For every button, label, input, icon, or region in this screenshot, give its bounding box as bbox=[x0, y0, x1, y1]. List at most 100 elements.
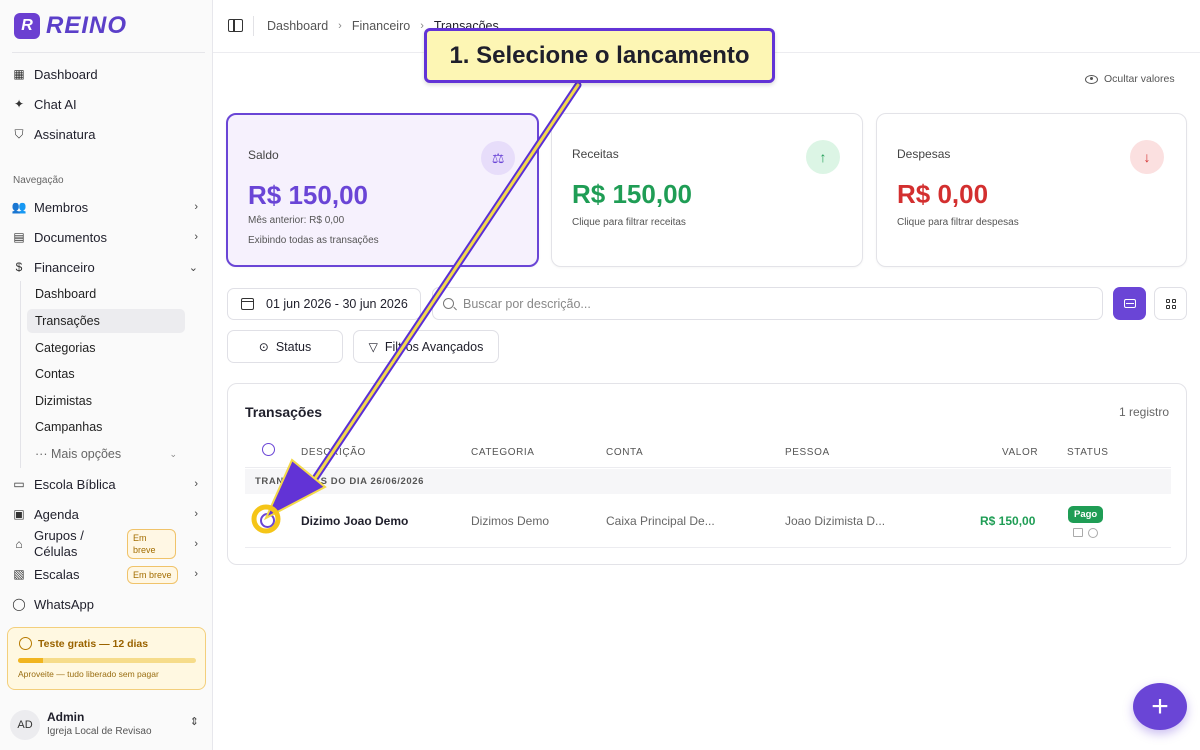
expense-card[interactable]: Despesas ↓ R$ 0,00 Clique para filtrar d… bbox=[876, 113, 1187, 267]
table-row[interactable]: Dizimo Joao Demo Dizimos Demo Caixa Prin… bbox=[245, 496, 1171, 548]
income-card[interactable]: Receitas ↑ R$ 150,00 Clique para filtrar… bbox=[551, 113, 863, 267]
column-header-status[interactable]: STATUS bbox=[1067, 447, 1109, 458]
sidebar-item-documentos[interactable]: ▤ Documentos › bbox=[12, 225, 202, 249]
list-view-button[interactable] bbox=[1113, 287, 1146, 320]
date-range-picker[interactable]: 01 jun 2026 - 30 jun 2026 bbox=[227, 288, 421, 320]
select-all-checkbox[interactable] bbox=[262, 443, 275, 456]
sidebar-item-escola-biblica[interactable]: ▭ Escola Bíblica › bbox=[12, 472, 202, 496]
annotation-callout: 1. Selecione o lancamento bbox=[424, 28, 775, 83]
arrow-up-icon: ↑ bbox=[806, 140, 840, 174]
grid-view-button[interactable] bbox=[1154, 287, 1187, 320]
sidebar: R REINO ▦ Dashboard ✦ Chat AI ⛉ Assinatu… bbox=[0, 0, 213, 750]
hide-values-toggle[interactable]: Ocultar valores bbox=[1085, 73, 1175, 85]
column-header-descricao[interactable]: DESCRIÇÃO bbox=[301, 447, 366, 458]
chevron-updown-icon: ⇕ bbox=[189, 716, 199, 728]
check-circle-icon: ⊙ bbox=[258, 339, 269, 354]
trial-title: Teste gratis — 12 dias bbox=[38, 638, 149, 650]
search-input[interactable] bbox=[463, 296, 1063, 311]
cell-valor: R$ 150,00 bbox=[980, 514, 1036, 528]
status-filter-button[interactable]: ⊙ Status bbox=[227, 330, 343, 363]
submenu-item-contas[interactable]: Contas bbox=[27, 362, 185, 386]
advanced-filters-button[interactable]: ▽ Filtros Avançados bbox=[353, 330, 499, 363]
coming-soon-badge: Em breve bbox=[127, 566, 178, 584]
clock-icon bbox=[19, 637, 32, 650]
chevron-right-icon: › bbox=[194, 538, 198, 550]
hide-values-label: Ocultar valores bbox=[1104, 73, 1175, 85]
sidebar-item-label: Escola Bíblica bbox=[34, 476, 116, 492]
document-icon: ▤ bbox=[13, 230, 25, 244]
chevron-right-icon: › bbox=[194, 201, 198, 213]
column-header-valor[interactable]: VALOR bbox=[1002, 447, 1038, 458]
chevron-right-icon: › bbox=[338, 20, 342, 32]
chevron-right-icon: › bbox=[420, 20, 424, 32]
sidebar-toggle-icon[interactable] bbox=[228, 19, 243, 32]
breadcrumb-dashboard[interactable]: Dashboard bbox=[267, 19, 328, 33]
trial-banner[interactable]: Teste gratis — 12 dias Aproveite — tudo … bbox=[7, 627, 206, 690]
grid-icon: ▦ bbox=[13, 67, 25, 81]
cell-pessoa: Joao Dizimista D... bbox=[785, 514, 886, 528]
trial-progress-bar bbox=[18, 658, 196, 663]
sidebar-item-label: Documentos bbox=[34, 229, 107, 245]
chevron-right-icon: › bbox=[194, 568, 198, 580]
logo-mark: R bbox=[14, 13, 40, 39]
search-icon bbox=[443, 298, 454, 309]
column-header-pessoa[interactable]: PESSOA bbox=[785, 447, 830, 458]
previous-month-text: Mês anterior: R$ 0,00 bbox=[248, 215, 345, 226]
submenu-item-categorias[interactable]: Categorias bbox=[27, 336, 185, 360]
status-badge: Pago bbox=[1068, 506, 1104, 523]
breadcrumb-financeiro[interactable]: Financeiro bbox=[352, 19, 410, 33]
status-filter-label: Status bbox=[275, 339, 312, 354]
sidebar-item-label: Agenda bbox=[34, 506, 79, 522]
advanced-filters-label: Filtros Avançados bbox=[384, 339, 484, 354]
balance-card[interactable]: Saldo ⚖ R$ 150,00 Mês anterior: R$ 0,00 … bbox=[226, 113, 539, 267]
sidebar-item-whatsapp[interactable]: ◯ WhatsApp bbox=[12, 592, 202, 616]
date-group-row: TRANSAÇÕES DO DIA 26/06/2026 bbox=[245, 469, 1171, 494]
sidebar-item-chat-ai[interactable]: ✦ Chat AI bbox=[12, 92, 202, 116]
sidebar-item-membros[interactable]: 👥 Membros › bbox=[12, 195, 202, 219]
table-title: Transações bbox=[245, 404, 323, 420]
chevron-down-icon: ⌄ bbox=[169, 448, 177, 459]
sidebar-item-assinatura[interactable]: ⛉ Assinatura bbox=[12, 122, 202, 146]
sidebar-item-dashboard[interactable]: ▦ Dashboard bbox=[12, 62, 202, 86]
sidebar-item-label: Dashboard bbox=[34, 66, 98, 82]
user-org: Igreja Local de Revisao bbox=[47, 726, 152, 737]
submenu-item-dizimistas[interactable]: Dizimistas bbox=[27, 389, 185, 413]
search-box[interactable] bbox=[432, 287, 1103, 320]
submenu-more-label: ··· Mais opções bbox=[35, 447, 122, 461]
trial-subtitle: Aproveite — tudo liberado sem pagar bbox=[18, 669, 159, 679]
calendar-icon: ▣ bbox=[13, 507, 25, 521]
check-circle-icon[interactable] bbox=[1088, 528, 1098, 538]
user-menu[interactable]: AD Admin Igreja Local de Revisao ⇕ bbox=[10, 705, 205, 743]
submenu-more-options[interactable]: ··· Mais opções ⌄ bbox=[27, 442, 185, 466]
sidebar-item-label: Membros bbox=[34, 199, 89, 215]
sidebar-item-label: Financeiro bbox=[34, 259, 95, 275]
logo-text: REINO bbox=[46, 12, 128, 39]
chevron-right-icon: › bbox=[194, 231, 198, 243]
chevron-right-icon: › bbox=[194, 508, 198, 520]
submenu-item-transacoes[interactable]: Transações bbox=[27, 309, 185, 333]
expense-value: R$ 0,00 bbox=[897, 179, 989, 209]
row-actions bbox=[1073, 528, 1098, 538]
submenu-item-dashboard[interactable]: Dashboard bbox=[27, 282, 185, 306]
sidebar-item-agenda[interactable]: ▣ Agenda › bbox=[12, 502, 202, 526]
card-label: Receitas bbox=[572, 147, 619, 161]
calendar-icon bbox=[241, 298, 254, 310]
brand-logo[interactable]: R REINO bbox=[14, 12, 127, 40]
eye-icon bbox=[1085, 74, 1098, 84]
sidebar-item-label: Assinatura bbox=[34, 126, 96, 142]
submenu-item-campanhas[interactable]: Campanhas bbox=[27, 415, 185, 439]
column-header-conta[interactable]: CONTA bbox=[606, 447, 643, 458]
print-icon[interactable] bbox=[1073, 528, 1083, 537]
card-label: Despesas bbox=[897, 147, 951, 161]
coming-soon-badge: Em breve bbox=[127, 529, 176, 559]
record-count: 1 registro bbox=[1118, 405, 1169, 419]
add-transaction-button[interactable]: + bbox=[1133, 683, 1187, 730]
sidebar-item-financeiro[interactable]: $ Financeiro ⌄ bbox=[12, 255, 202, 279]
row-select-checkbox[interactable] bbox=[260, 513, 275, 528]
trial-progress-fill bbox=[18, 658, 43, 663]
chevron-right-icon: › bbox=[194, 478, 198, 490]
column-header-categoria[interactable]: CATEGORIA bbox=[471, 447, 535, 458]
sidebar-item-label: Chat AI bbox=[34, 96, 77, 112]
finance-submenu: Dashboard Transações Categorias Contas D… bbox=[20, 281, 190, 468]
list-view-icon bbox=[1123, 299, 1136, 308]
